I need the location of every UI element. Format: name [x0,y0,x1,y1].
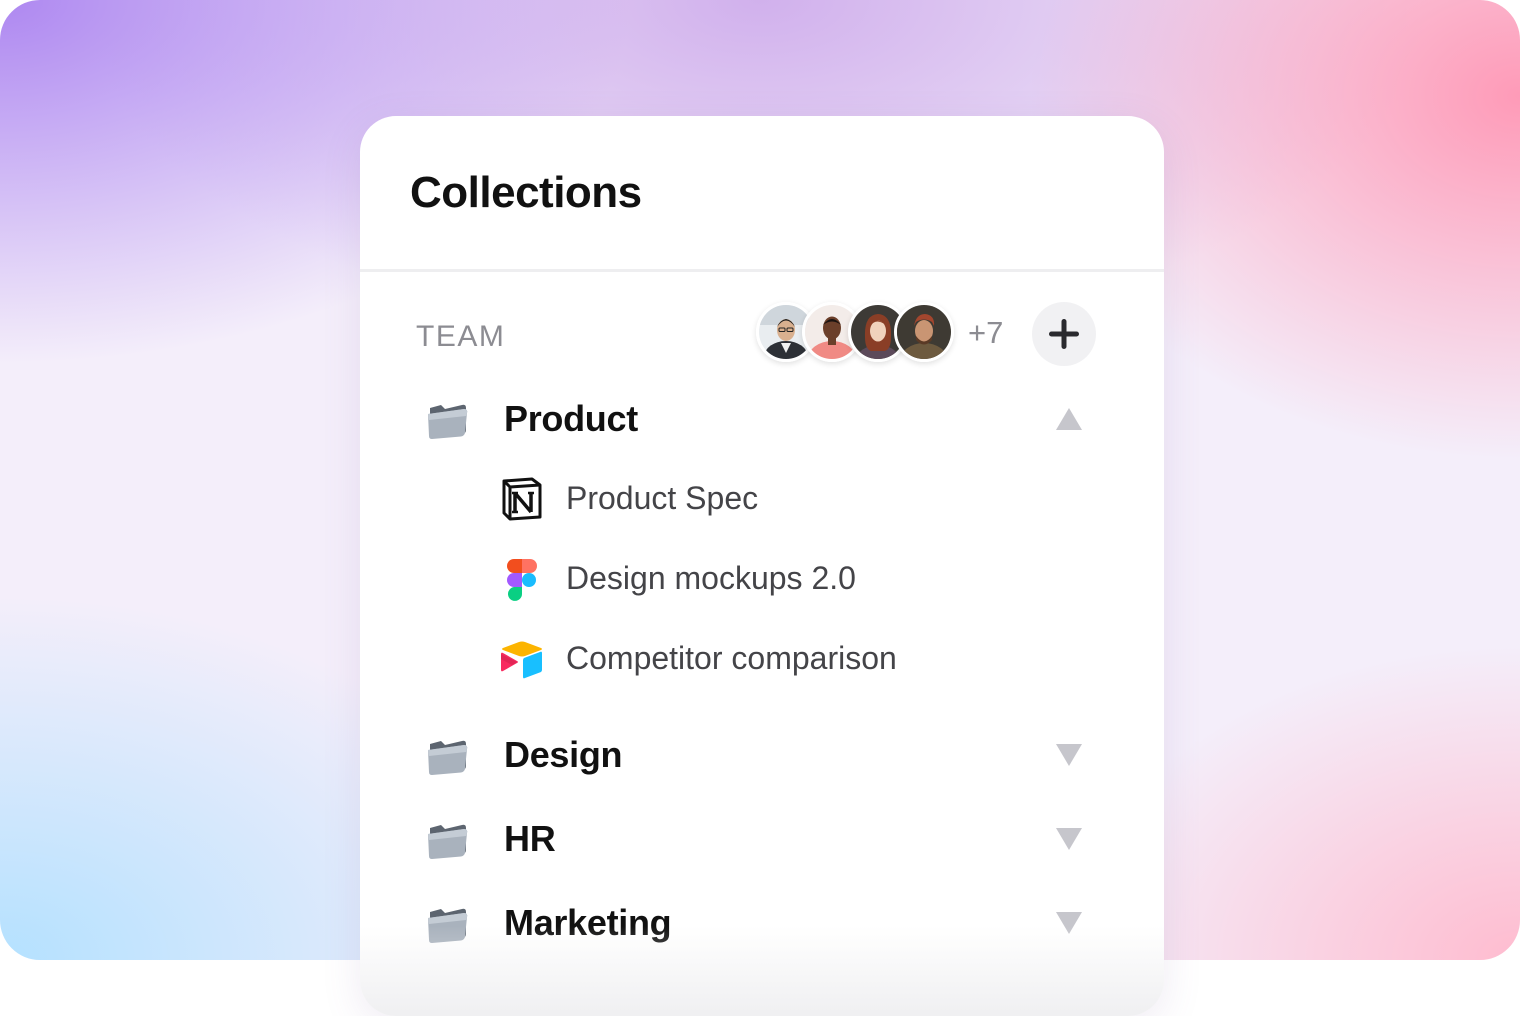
collection-item[interactable]: Competitor comparison [360,632,1164,686]
folder-name: Design [504,734,623,775]
collection-item-label: Product Spec [566,480,759,516]
chevron-down-icon[interactable] [1054,826,1084,852]
team-section-header: TEAM +7 [360,302,1164,366]
collection-item[interactable]: Design mockups 2.0 [360,552,1164,606]
folder-hr[interactable]: HR [360,810,1164,870]
folder-marketing[interactable]: Marketing [360,894,1164,954]
collections-panel: Collections TEAM +7 Product Product Spec… [360,116,1164,1016]
notion-icon [502,477,542,521]
team-label: TEAM [416,320,506,353]
collection-item-label: Design mockups 2.0 [566,560,856,596]
folder-icon [428,404,468,439]
folder-name: HR [504,818,556,859]
more-members-count[interactable]: +7 [968,315,1003,351]
collection-item[interactable]: Product Spec [360,472,1164,526]
panel-title: Collections [410,168,642,217]
chevron-up-icon[interactable] [1054,406,1084,432]
add-member-button[interactable] [1032,302,1096,366]
folder-design[interactable]: Design [360,726,1164,786]
folder-icon [428,908,468,943]
folder-product[interactable]: Product [360,390,1164,450]
panel-header: Collections [360,116,1164,272]
folder-icon [428,740,468,775]
chevron-down-icon[interactable] [1054,910,1084,936]
avatar[interactable] [894,302,954,362]
chevron-down-icon[interactable] [1054,742,1084,768]
collection-item-label: Competitor comparison [566,640,897,676]
airtable-icon [501,641,542,679]
folder-name: Product [504,398,638,439]
plus-icon [1049,319,1079,349]
folder-name: Marketing [504,902,672,943]
folder-icon [428,824,468,859]
figma-icon [507,559,537,601]
